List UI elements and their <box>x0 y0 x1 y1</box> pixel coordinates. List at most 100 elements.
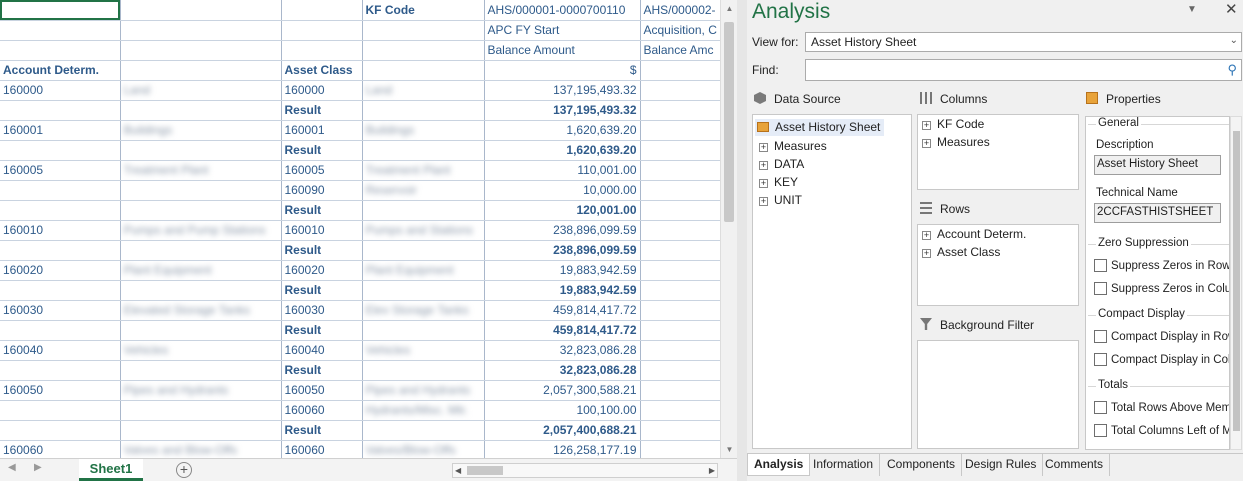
table-cell[interactable] <box>120 100 282 121</box>
header-cell[interactable] <box>120 60 282 81</box>
table-cell[interactable]: Pipes and Hydrants <box>120 380 282 401</box>
scroll-up-icon[interactable]: ▲ <box>721 0 738 17</box>
header-cell[interactable] <box>120 0 282 21</box>
table-cell[interactable] <box>640 380 720 401</box>
columns-drop-zone[interactable]: + KF Code + Measures <box>917 114 1079 190</box>
table-cell[interactable]: 160060 <box>281 440 363 458</box>
table-cell[interactable] <box>120 360 282 381</box>
total-rows-above-checkbox[interactable]: Total Rows Above Mem <box>1094 401 1229 414</box>
table-cell[interactable] <box>640 440 720 458</box>
table-cell[interactable]: 160050 <box>0 380 121 401</box>
table-cell[interactable] <box>120 420 282 441</box>
table-cell[interactable]: Plant Equipment <box>120 260 282 281</box>
table-cell[interactable]: Result <box>281 200 363 221</box>
table-cell[interactable]: Treatment Plant <box>120 160 282 181</box>
table-cell[interactable] <box>362 320 485 341</box>
checkbox-icon[interactable] <box>1094 424 1107 437</box>
table-cell[interactable] <box>640 140 720 161</box>
header-cell[interactable]: KF Code <box>362 0 485 21</box>
table-cell[interactable] <box>640 400 720 421</box>
background-filter-zone[interactable] <box>917 340 1079 449</box>
table-cell[interactable] <box>640 240 720 261</box>
table-cell[interactable]: 160060 <box>281 400 363 421</box>
table-cell[interactable] <box>120 200 282 221</box>
table-cell[interactable]: 160005 <box>0 160 121 181</box>
table-cell[interactable]: 160001 <box>281 120 363 141</box>
table-cell[interactable] <box>0 180 121 201</box>
table-cell[interactable]: 459,814,417.72 <box>484 320 641 341</box>
table-cell[interactable] <box>362 200 485 221</box>
table-cell[interactable]: 160060 <box>0 440 121 458</box>
tab-analysis[interactable]: Analysis <box>747 454 811 476</box>
rows-drop-zone[interactable]: + Account Determ. + Asset Class <box>917 224 1079 306</box>
table-cell[interactable] <box>640 220 720 241</box>
column-item[interactable]: + Measures <box>922 135 990 149</box>
data-source-item[interactable]: + Measures <box>759 139 827 153</box>
table-cell[interactable] <box>640 200 720 221</box>
table-cell[interactable]: 2,057,400,688.21 <box>484 420 641 441</box>
table-cell[interactable] <box>0 320 121 341</box>
table-cell[interactable] <box>0 400 121 421</box>
header-cell[interactable] <box>0 0 121 21</box>
table-cell[interactable] <box>362 420 485 441</box>
table-cell[interactable] <box>640 420 720 441</box>
table-cell[interactable]: Hydrants/Misc. Mtr. <box>362 400 485 421</box>
table-cell[interactable]: Valves/Blow-Offs <box>362 440 485 458</box>
table-cell[interactable]: Buildings <box>362 120 485 141</box>
add-sheet-button[interactable]: + <box>176 462 192 478</box>
table-cell[interactable]: 126,258,177.19 <box>484 440 641 458</box>
row-item[interactable]: + Asset Class <box>922 245 1000 259</box>
table-cell[interactable]: 160020 <box>0 260 121 281</box>
table-cell[interactable]: 238,896,099.59 <box>484 240 641 261</box>
vertical-scrollbar[interactable]: ▲ ▼ <box>720 0 737 458</box>
expand-icon[interactable]: + <box>922 139 931 148</box>
table-cell[interactable] <box>362 100 485 121</box>
scroll-right-icon[interactable]: ▶ <box>709 464 715 477</box>
table-cell[interactable] <box>120 400 282 421</box>
table-cell[interactable] <box>0 100 121 121</box>
tab-comments[interactable]: Comments <box>1039 454 1111 476</box>
header-cell[interactable] <box>640 60 720 81</box>
scroll-left-icon[interactable]: ◀ <box>455 464 461 477</box>
header-cell[interactable]: AHS/000002- <box>640 0 720 21</box>
table-cell[interactable] <box>640 260 720 281</box>
checkbox-icon[interactable] <box>1094 330 1107 343</box>
close-icon[interactable]: ✕ <box>1225 0 1238 18</box>
data-source-root[interactable]: Asset History Sheet <box>755 119 885 136</box>
expand-icon[interactable]: + <box>922 249 931 258</box>
data-source-item[interactable]: + UNIT <box>759 193 802 207</box>
expand-icon[interactable]: + <box>922 121 931 130</box>
table-cell[interactable] <box>640 80 720 101</box>
expand-icon[interactable]: + <box>922 231 931 240</box>
table-cell[interactable] <box>362 140 485 161</box>
suppress-zeros-columns-checkbox[interactable]: Suppress Zeros in Colur <box>1094 282 1229 295</box>
header-cell[interactable]: Balance Amc <box>640 40 720 61</box>
table-cell[interactable]: 19,883,942.59 <box>484 260 641 281</box>
table-cell[interactable]: Elev Storage Tanks <box>362 300 485 321</box>
expand-icon[interactable]: + <box>759 143 768 152</box>
table-cell[interactable] <box>0 240 121 261</box>
table-cell[interactable] <box>120 280 282 301</box>
header-cell[interactable] <box>362 40 485 61</box>
table-cell[interactable]: Buildings <box>120 120 282 141</box>
header-cell[interactable]: Acquisition, C <box>640 20 720 41</box>
header-cell[interactable] <box>281 0 363 21</box>
expand-icon[interactable]: + <box>759 197 768 206</box>
scroll-thumb[interactable] <box>724 22 734 222</box>
table-cell[interactable]: 137,195,493.32 <box>484 80 641 101</box>
header-cell[interactable] <box>281 20 363 41</box>
table-cell[interactable] <box>640 180 720 201</box>
column-item[interactable]: + KF Code <box>922 117 984 131</box>
table-cell[interactable] <box>640 160 720 181</box>
cell-grid[interactable]: KF Code AHS/000001-0000700110 AHS/000002- A… <box>0 0 720 458</box>
tab-design-rules[interactable]: Design Rules <box>959 454 1044 476</box>
data-source-tree[interactable]: Asset History Sheet + Measures + DATA + KEY + U… <box>752 114 912 449</box>
table-cell[interactable]: 1,620,639.20 <box>484 140 641 161</box>
table-cell[interactable]: 32,823,086.28 <box>484 340 641 361</box>
table-cell[interactable]: 160010 <box>0 220 121 241</box>
checkbox-icon[interactable] <box>1094 353 1107 366</box>
table-cell[interactable]: Vehicles <box>120 340 282 361</box>
table-cell[interactable]: 160000 <box>0 80 121 101</box>
table-cell[interactable]: Land <box>362 80 485 101</box>
table-cell[interactable]: Reservoir <box>362 180 485 201</box>
